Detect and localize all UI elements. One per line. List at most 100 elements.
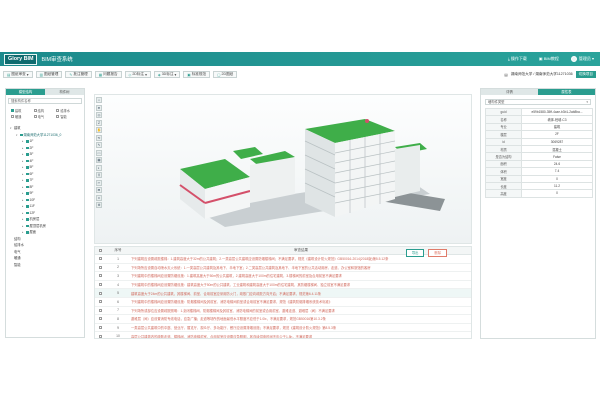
right-tabs: 详情 属性表 bbox=[481, 89, 595, 95]
issue-row[interactable]: 6 下列建筑中的楼梯间应设置防烟设施：防烟楼梯间及其前室、消防电梯间前室或合用前室… bbox=[95, 298, 471, 307]
filter-checkbox[interactable]: 建筑 bbox=[11, 108, 34, 113]
row-checkbox[interactable] bbox=[95, 283, 105, 287]
toolbar-label: 问题报告 bbox=[103, 72, 118, 76]
col-index-header: 序号 bbox=[114, 248, 122, 252]
tab-model-structure[interactable]: 模型结构 bbox=[6, 89, 45, 95]
row-checkbox[interactable] bbox=[95, 300, 105, 304]
filter-checkbox[interactable]: 智能 bbox=[56, 114, 79, 119]
property-key: 体积 bbox=[485, 167, 522, 176]
property-value: 0 bbox=[521, 174, 593, 183]
tab-properties[interactable]: 属性表 bbox=[538, 89, 595, 95]
user-menu[interactable]: 管理员 ▾ bbox=[570, 55, 594, 62]
issue-number: 1 bbox=[117, 256, 119, 261]
checkbox-icon bbox=[11, 115, 14, 118]
issue-row[interactable]: 9 一类高层公共建筑中的中庭、营业厅、展览厅、观众厅、多功能厅、餐厅应设置排烟设施… bbox=[95, 324, 471, 333]
issue-description: 下列场所应设置自动喷水灭火系统：1.一类高层公共建筑及其地下、半地下室；2.二类… bbox=[131, 265, 371, 270]
issue-row[interactable]: 4 下列建筑中的楼梯间应设置防烟设施：建筑高度大于50m的公共建筑、工业建筑和建筑… bbox=[95, 281, 471, 290]
issue-number: 2 bbox=[117, 265, 119, 270]
issue-row[interactable]: 8 避难层（间）应设置消防专线电话，应急广播；走道等场所的地面最低水平照度不应低于… bbox=[95, 315, 471, 324]
project-name: 湖南师范大学 / 湖南师范大学11271036 bbox=[510, 72, 573, 76]
issue-number: 7 bbox=[117, 308, 119, 313]
issue-row[interactable]: 10 高层公共建筑内的疏散走道、楼梯间、消防电梯前室、合用前室应设置应急照明，其连… bbox=[95, 332, 471, 338]
issue-row[interactable]: 2 下列场所应设置自动喷水灭火系统：1.一类高层公共建筑及其地下、半地下室；2.二… bbox=[95, 264, 471, 273]
tutorial-link[interactable]: ▣ BIM教程 bbox=[539, 56, 559, 62]
checkbox-icon bbox=[33, 108, 37, 112]
property-value: e59b1580-35ff-4cae-b3b1-2ab8ba... bbox=[521, 107, 593, 117]
toolbar-button-7[interactable]: ▣ 标准规范 bbox=[183, 71, 211, 78]
tutorial-label: BIM教程 bbox=[543, 56, 559, 61]
row-checkbox[interactable] bbox=[95, 274, 105, 278]
viewport-tool-icon[interactable]: ▭ bbox=[96, 149, 102, 156]
checkbox-icon bbox=[33, 115, 37, 118]
left-panel: 模型结构 构件树 搜索构件名称 建筑 结构 给排水 暖通 电气 智能 ▾ 建筑 ▾ 湖… bbox=[5, 88, 85, 338]
property-value: 0 bbox=[521, 189, 593, 198]
tree-toggle-icon[interactable]: ▾ bbox=[10, 125, 13, 132]
toolbar-button-5[interactable]: ◇ 2D标注 ▾ bbox=[124, 71, 151, 78]
folder-icon: ▥ bbox=[39, 72, 43, 77]
viewport-tool-icon[interactable]: ≡ bbox=[96, 194, 102, 201]
issue-row[interactable]: 3 下列建筑中的楼梯间应设置防烟设施：1.建筑高度大于50m的公共建筑，2.建筑高… bbox=[95, 272, 471, 281]
toolbar-button-4[interactable]: ▦ 问题报告 bbox=[94, 71, 122, 78]
viewport-tool-icon[interactable]: ◎ bbox=[96, 112, 102, 118]
issue-number: 6 bbox=[117, 299, 119, 304]
layer-icon bbox=[26, 166, 29, 169]
issue-row[interactable]: 7 下列场所或部位应设置疏散照明：1.封闭楼梯间、防烟楼梯间及其前室、消防电梯间的… bbox=[95, 307, 471, 316]
toolbar-button-3[interactable]: ✎ 批注管理 bbox=[65, 71, 92, 78]
marker-icon bbox=[365, 119, 369, 123]
viewport-tool-icon[interactable]: ✋ bbox=[96, 127, 102, 133]
project-selector: ▤ 湖南师范大学 / 湖南师范大学11271036 切换项目 bbox=[504, 70, 596, 79]
download-link[interactable]: ⤓ 操作下载 bbox=[508, 56, 527, 62]
sheet-icon: ▢ bbox=[217, 72, 221, 77]
select-all-checkbox[interactable] bbox=[95, 248, 105, 253]
component-search-input[interactable]: 搜索构件名称 bbox=[8, 98, 82, 104]
viewport-tool-icon[interactable]: ⚲ bbox=[96, 172, 102, 178]
row-checkbox[interactable] bbox=[95, 326, 105, 330]
toolbar-label: 标准规范 bbox=[191, 72, 207, 76]
viewport-tool-icon[interactable]: ✎ bbox=[96, 142, 102, 148]
issue-row[interactable]: 5 建筑高度大于24m的公共建筑，其楼梯间、前室、合用前室应采用防火门，疏散门应向… bbox=[95, 289, 471, 298]
tree-node[interactable]: 智能 bbox=[10, 262, 84, 269]
filter-checkbox[interactable]: 暖通 bbox=[11, 114, 34, 119]
viewport-tool-icon[interactable]: ▦ bbox=[96, 157, 102, 163]
switch-project-button[interactable]: 切换项目 bbox=[575, 71, 596, 78]
filter-label: 智能 bbox=[60, 115, 67, 119]
viewport-tool-icon[interactable]: ⚙ bbox=[96, 202, 102, 208]
viewport-tool-icon[interactable]: ⌂ bbox=[96, 97, 102, 103]
viewport-tool-icon[interactable]: ◐ bbox=[96, 164, 102, 171]
delete-button[interactable]: 删除 bbox=[428, 248, 447, 257]
viewport-tool-icon[interactable]: ⟲ bbox=[96, 134, 102, 141]
toolbar-button-6[interactable]: ◈ 3D标注 ▾ bbox=[153, 71, 181, 78]
viewport-tool-icon[interactable]: Z bbox=[96, 119, 102, 126]
tree-toggle-icon[interactable]: ▾ bbox=[16, 132, 19, 139]
viewport-tool-icon[interactable]: ⊕ bbox=[96, 104, 102, 111]
row-checkbox[interactable] bbox=[95, 308, 105, 312]
toolbar-button-8[interactable]: ▢ 2D图纸 bbox=[213, 71, 238, 78]
filter-checkbox[interactable]: 结构 bbox=[33, 108, 57, 113]
tree-node-label: 屋面 bbox=[29, 230, 37, 234]
row-checkbox[interactable] bbox=[95, 334, 105, 338]
model-viewport[interactable]: ⌂ ⊕ ◎ Z ✋ ⟲ ✎ ▭ ▦ ◐ ⚲ ✂ ⊞ ≡ ⚙ bbox=[94, 94, 472, 244]
row-checkbox[interactable] bbox=[95, 265, 105, 269]
property-row: 材质 混凝土 bbox=[485, 144, 593, 154]
tab-details[interactable]: 详情 bbox=[481, 89, 538, 95]
component-type-select[interactable]: 墙构件类型 ▾ bbox=[485, 99, 591, 105]
bim-model-view[interactable] bbox=[155, 99, 455, 239]
filter-label: 结构 bbox=[37, 108, 45, 113]
filter-checkbox[interactable]: 电气 bbox=[33, 114, 57, 119]
filter-checkbox[interactable]: 给排水 bbox=[56, 108, 79, 113]
toolbar-button-1[interactable]: ▤ 图纸审查 ▾ bbox=[3, 71, 33, 78]
row-checkbox[interactable] bbox=[95, 257, 105, 261]
issue-table-header: 序号 审查结果 导出 删除 bbox=[95, 247, 471, 257]
viewport-tool-icon[interactable]: ⊞ bbox=[96, 187, 102, 193]
property-key: id bbox=[485, 137, 522, 146]
chevron-down-icon: ▾ bbox=[174, 72, 177, 77]
tab-component-tree[interactable]: 构件树 bbox=[45, 89, 84, 95]
export-button[interactable]: 导出 bbox=[405, 248, 425, 257]
row-checkbox[interactable] bbox=[95, 317, 105, 321]
toolbar-button-2[interactable]: ▥ 图纸管理 bbox=[35, 71, 63, 78]
row-checkbox[interactable] bbox=[95, 291, 105, 295]
property-row: 高度 0 bbox=[485, 189, 593, 198]
tree-toggle-icon[interactable]: ▸ bbox=[22, 229, 25, 236]
checkbox-icon bbox=[56, 115, 60, 118]
viewport-tool-icon[interactable]: ✂ bbox=[96, 179, 102, 186]
